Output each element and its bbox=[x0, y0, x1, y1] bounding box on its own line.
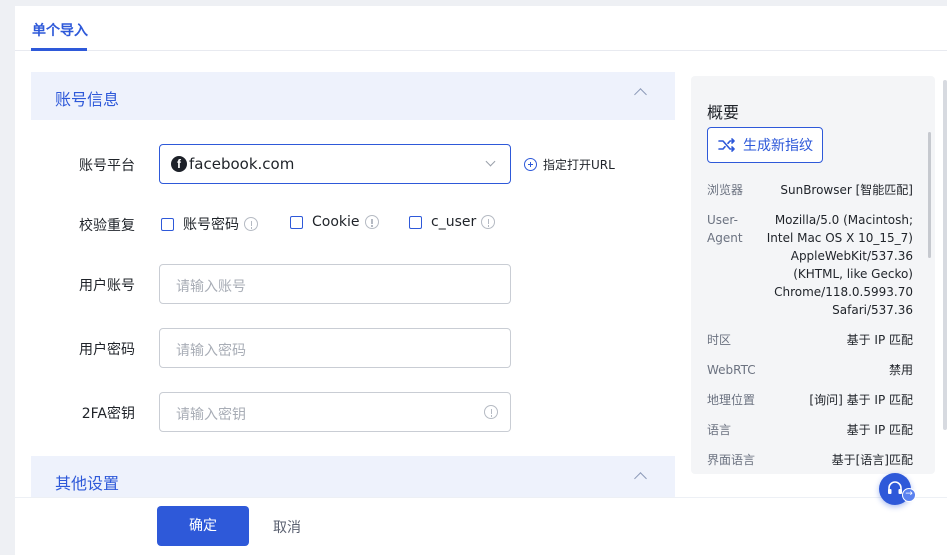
account-info-title: 账号信息 bbox=[55, 90, 120, 109]
checkbox[interactable] bbox=[290, 215, 303, 229]
option-label: Cookie bbox=[312, 214, 360, 230]
summary-row-browser: 浏览器 SunBrowser [智能匹配] bbox=[707, 181, 913, 199]
option-label: 账号密码 bbox=[183, 217, 239, 233]
tab-single-import[interactable]: 单个导入 bbox=[32, 20, 88, 40]
password-input[interactable]: 请输入密码 bbox=[159, 328, 511, 368]
username-input[interactable]: 请输入账号 bbox=[159, 264, 511, 304]
row-value: Mozilla/5.0 (Macintosh; Intel Mac OS X 1… bbox=[766, 213, 913, 317]
page-scrollbar[interactable] bbox=[943, 80, 947, 430]
collapse-chevron-icon[interactable] bbox=[634, 88, 647, 101]
platform-select[interactable]: f facebook.com bbox=[159, 144, 511, 184]
summary-row-ui-language: 界面语言 基于[语言]匹配 bbox=[707, 451, 913, 469]
twofa-label: 2FA密钥 bbox=[81, 406, 135, 422]
summary-title: 概要 bbox=[707, 103, 740, 122]
row-value: 基于[语言]匹配 bbox=[831, 453, 913, 467]
checkbox[interactable] bbox=[409, 215, 422, 229]
platform-value: facebook.com bbox=[189, 155, 295, 173]
open-url-button[interactable]: 指定打开URL bbox=[524, 156, 615, 173]
summary-panel: 概要 生成新指纹 浏览器 SunBrowser [智能匹配] User-Agen… bbox=[691, 76, 935, 474]
chevron-down-icon bbox=[485, 156, 496, 167]
facebook-icon: f bbox=[171, 156, 187, 172]
summary-row-timezone: 时区 基于 IP 匹配 bbox=[707, 331, 913, 349]
generate-label: 生成新指纹 bbox=[743, 138, 813, 154]
tab-bar: 单个导入 bbox=[15, 6, 947, 51]
arrow-right-icon: → bbox=[902, 488, 916, 502]
summary-row-webrtc: WebRTC 禁用 bbox=[707, 361, 913, 379]
other-settings-section-header[interactable]: 其他设置 bbox=[31, 456, 675, 502]
dedupe-label: 校验重复 bbox=[79, 218, 135, 234]
row-value: 基于 IP 匹配 bbox=[846, 333, 913, 347]
password-label: 用户密码 bbox=[79, 342, 135, 358]
twofa-placeholder: 请输入密钥 bbox=[176, 407, 246, 423]
info-icon[interactable] bbox=[481, 215, 496, 229]
username-label: 用户账号 bbox=[79, 278, 135, 294]
row-value: [询问] 基于 IP 匹配 bbox=[809, 393, 913, 407]
summary-row-language: 语言 基于 IP 匹配 bbox=[707, 421, 913, 439]
dedupe-option-c-user[interactable]: c_user bbox=[409, 214, 496, 230]
confirm-button[interactable]: 确定 bbox=[157, 506, 249, 546]
open-url-label: 指定打开URL bbox=[543, 158, 615, 172]
row-value: 禁用 bbox=[888, 363, 913, 377]
footer-bar: 确定 取消 bbox=[15, 497, 947, 555]
collapse-chevron-icon[interactable] bbox=[634, 472, 647, 485]
row-key: User-Agent bbox=[707, 213, 743, 245]
summary-scrollbar[interactable] bbox=[928, 132, 931, 258]
active-tab-indicator bbox=[31, 48, 87, 51]
dedupe-option-account-password[interactable]: 账号密码 bbox=[161, 214, 258, 234]
row-value: 基于 IP 匹配 bbox=[846, 423, 913, 437]
info-icon[interactable] bbox=[244, 217, 258, 231]
import-panel: 单个导入 账号信息 账号平台 f facebook.com 指定打开URL 校验… bbox=[15, 6, 947, 555]
info-icon[interactable] bbox=[484, 405, 498, 419]
password-placeholder: 请输入密码 bbox=[176, 343, 246, 359]
summary-row-user-agent: User-Agent Mozilla/5.0 (Macintosh; Intel… bbox=[707, 211, 913, 319]
cancel-button[interactable]: 取消 bbox=[273, 517, 301, 537]
twofa-input[interactable]: 请输入密钥 bbox=[159, 392, 511, 432]
other-settings-title: 其他设置 bbox=[55, 474, 120, 493]
generate-fingerprint-button[interactable]: 生成新指纹 bbox=[707, 127, 823, 163]
option-label: c_user bbox=[431, 214, 477, 230]
plus-circle-icon bbox=[524, 158, 537, 171]
dedupe-option-cookie[interactable]: Cookie bbox=[290, 214, 379, 230]
summary-row-geolocation: 地理位置 [询问] 基于 IP 匹配 bbox=[707, 391, 913, 409]
username-placeholder: 请输入账号 bbox=[176, 279, 246, 295]
account-info-section-header[interactable]: 账号信息 bbox=[31, 72, 675, 120]
shuffle-icon bbox=[718, 138, 736, 152]
checkbox[interactable] bbox=[161, 217, 174, 231]
row-value: SunBrowser [智能匹配] bbox=[780, 183, 913, 197]
info-icon[interactable] bbox=[364, 215, 379, 229]
platform-label: 账号平台 bbox=[79, 158, 135, 174]
